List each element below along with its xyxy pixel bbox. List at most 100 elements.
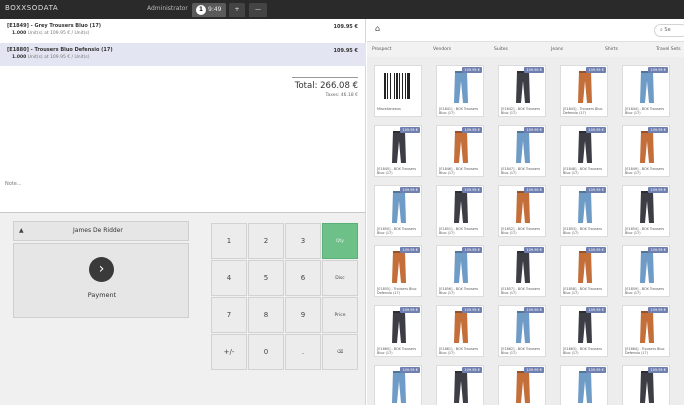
decimal-key[interactable]: .	[285, 334, 321, 370]
product-card[interactable]: 109.95 € [E1861] - BOX Trousers Bluo (17)	[436, 305, 484, 357]
price-tag: 109.95 €	[524, 367, 544, 373]
product-name: [E1849] - BOX Trousers Bluo (17)	[625, 167, 665, 175]
caret-up-icon: ▲	[19, 227, 24, 234]
price-tag: 109.95 €	[462, 307, 482, 313]
product-card[interactable]: 109.95 € [E1854] - BOX Trousers Bluo (17)	[622, 185, 670, 237]
category-item[interactable]: Suites	[494, 47, 508, 52]
order-tab-1[interactable]: 1 9:49	[192, 3, 226, 17]
product-card[interactable]: 109.95 € [E1841] - BOX Trousers Bluo (17)	[436, 65, 484, 117]
product-card[interactable]: 109.95 € [E1843] - Trousers Bluo Defensio…	[560, 65, 608, 117]
price-tag: 109.95 €	[524, 187, 544, 193]
product-card[interactable]: 109.95 € [E1858] - BOX Trousers Bluo (17)	[560, 245, 608, 297]
trousers-image	[631, 189, 663, 225]
category-item[interactable]: Shirts	[605, 47, 618, 52]
home-icon[interactable]: ⌂	[375, 24, 380, 33]
price-mode-button[interactable]: Price	[322, 297, 358, 333]
order-taxes: Taxes: 46.18 €	[325, 93, 358, 98]
product-name: [E1863] - BOX Trousers Bluo (17)	[563, 347, 603, 355]
product-card[interactable]: 109.95 € [E1851] - BOX Trousers Bluo (17)	[436, 185, 484, 237]
order-note[interactable]: Note...	[5, 181, 22, 187]
user-name[interactable]: Administrator	[147, 5, 188, 12]
price-tag: 109.95 €	[586, 127, 606, 133]
price-tag: 109.95 €	[462, 187, 482, 193]
product-card[interactable]: 109.95 € [E1853] - BOX Trousers Bluo (17)	[560, 185, 608, 237]
product-card[interactable]: 109.95 € [E1842] - BOX Trousers Bluo (17)	[498, 65, 546, 117]
trousers-image	[631, 369, 663, 405]
order-line-price: 109.95 €	[333, 48, 358, 54]
key-4[interactable]: 4	[211, 260, 247, 296]
category-item[interactable]: Jeans	[551, 47, 563, 52]
product-card[interactable]: 109.95 € [E1855] - Trousers Bluo Defensio…	[374, 245, 422, 297]
product-card[interactable]: 109.95 € [E1864] - Trousers Bluo Defensio…	[622, 305, 670, 357]
delete-order-button[interactable]: —	[249, 3, 267, 17]
product-card[interactable]: 109.95 €	[560, 365, 608, 405]
backspace-key[interactable]: ⌫	[322, 334, 358, 370]
key-6[interactable]: 6	[285, 260, 321, 296]
price-tag: 109.95 €	[648, 67, 668, 73]
product-name: [E1841] - BOX Trousers Bluo (17)	[439, 107, 479, 115]
product-name: [E1857] - BOX Trousers Bluo (17)	[501, 287, 541, 295]
product-card[interactable]: 109.95 € [E1856] - BOX Trousers Bluo (17)	[436, 245, 484, 297]
product-card[interactable]: 109.95 € [E1850] - BOX Trousers Bluo (17)	[374, 185, 422, 237]
key-5[interactable]: 5	[248, 260, 284, 296]
plus-minus-key[interactable]: +/-	[211, 334, 247, 370]
payment-button[interactable]: › Payment	[13, 243, 189, 318]
category-item[interactable]: Travel Sets	[656, 47, 681, 52]
total-divider	[292, 77, 358, 78]
category-item[interactable]: Vendors	[433, 47, 451, 52]
key-0[interactable]: 0	[248, 334, 284, 370]
search-input[interactable]: ⌕ Se	[654, 24, 684, 37]
app-logo: BOXXSODATA	[5, 4, 59, 12]
product-card[interactable]: 109.95 € [E1847] - BOX Trousers Bluo (17)	[498, 125, 546, 177]
new-order-button[interactable]: +	[229, 3, 245, 17]
product-card[interactable]: 109.95 €	[622, 365, 670, 405]
key-1[interactable]: 1	[211, 223, 247, 259]
product-card[interactable]: Miscellaneous	[374, 65, 422, 117]
product-card[interactable]: 109.95 € [E1845] - BOX Trousers Bluo (17)	[374, 125, 422, 177]
product-card[interactable]: 109.95 €	[498, 365, 546, 405]
product-card[interactable]: 109.95 € [E1844] - BOX Trousers Bluo (17)	[622, 65, 670, 117]
product-card[interactable]: 109.95 € [E1852] - BOX Trousers Bluo (17)	[498, 185, 546, 237]
product-card[interactable]: 109.95 € [E1862] - BOX Trousers Bluo (17)	[498, 305, 546, 357]
price-tag: 109.95 €	[524, 247, 544, 253]
order-line-selected[interactable]: [E1880] - Trousers Bluo Defensio (17) 1.…	[0, 43, 366, 66]
trousers-image	[507, 189, 539, 225]
product-card[interactable]: 109.95 € [E1846] - BOX Trousers Bluo (17)	[436, 125, 484, 177]
key-3[interactable]: 3	[285, 223, 321, 259]
products-panel: ⌂ ⌕ Se Prospect Vendors Suites Jeans Shi…	[367, 19, 684, 405]
product-name: [E1864] - Trousers Bluo Defensio (17)	[625, 347, 665, 355]
price-tag: 109.95 €	[648, 367, 668, 373]
chevron-right-icon: ›	[89, 257, 114, 282]
key-7[interactable]: 7	[211, 297, 247, 333]
category-item[interactable]: Prospect	[372, 47, 391, 52]
product-card[interactable]: 109.95 € [E1859] - BOX Trousers Bluo (17)	[622, 245, 670, 297]
price-tag: 109.95 €	[400, 187, 420, 193]
qty-mode-button[interactable]: Qty	[322, 223, 358, 259]
order-line[interactable]: [E1849] - Grey Trousers Bluo (17) 1.000 …	[0, 19, 366, 42]
product-card[interactable]: 109.95 € [E1848] - BOX Trousers Bluo (17)	[560, 125, 608, 177]
price-tag: 109.95 €	[586, 307, 606, 313]
trousers-image	[569, 129, 601, 165]
trousers-image	[445, 189, 477, 225]
product-card[interactable]: 109.95 € [E1860] - BOX Trousers Bluo (17)	[374, 305, 422, 357]
key-8[interactable]: 8	[248, 297, 284, 333]
order-total: Total: 266.08 €	[294, 81, 358, 91]
product-card[interactable]: 109.95 € [E1863] - BOX Trousers Bluo (17)	[560, 305, 608, 357]
order-line-price: 109.95 €	[333, 24, 358, 30]
key-2[interactable]: 2	[248, 223, 284, 259]
discount-mode-button[interactable]: Disc	[322, 260, 358, 296]
price-tag: 109.95 €	[462, 67, 482, 73]
trousers-image	[445, 369, 477, 405]
customer-button[interactable]: ▲ James De Ridder	[13, 221, 189, 241]
key-9[interactable]: 9	[285, 297, 321, 333]
product-card[interactable]: 109.95 € [E1857] - BOX Trousers Bluo (17)	[498, 245, 546, 297]
product-name: [E1858] - BOX Trousers Bluo (17)	[563, 287, 603, 295]
product-name: [E1844] - BOX Trousers Bluo (17)	[625, 107, 665, 115]
price-tag: 109.95 €	[586, 67, 606, 73]
trousers-image	[631, 129, 663, 165]
trousers-image	[507, 309, 539, 345]
price-tag: 109.95 €	[586, 367, 606, 373]
product-card[interactable]: 109.95 €	[436, 365, 484, 405]
product-card[interactable]: 109.95 € [E1849] - BOX Trousers Bluo (17)	[622, 125, 670, 177]
product-card[interactable]: 109.95 €	[374, 365, 422, 405]
